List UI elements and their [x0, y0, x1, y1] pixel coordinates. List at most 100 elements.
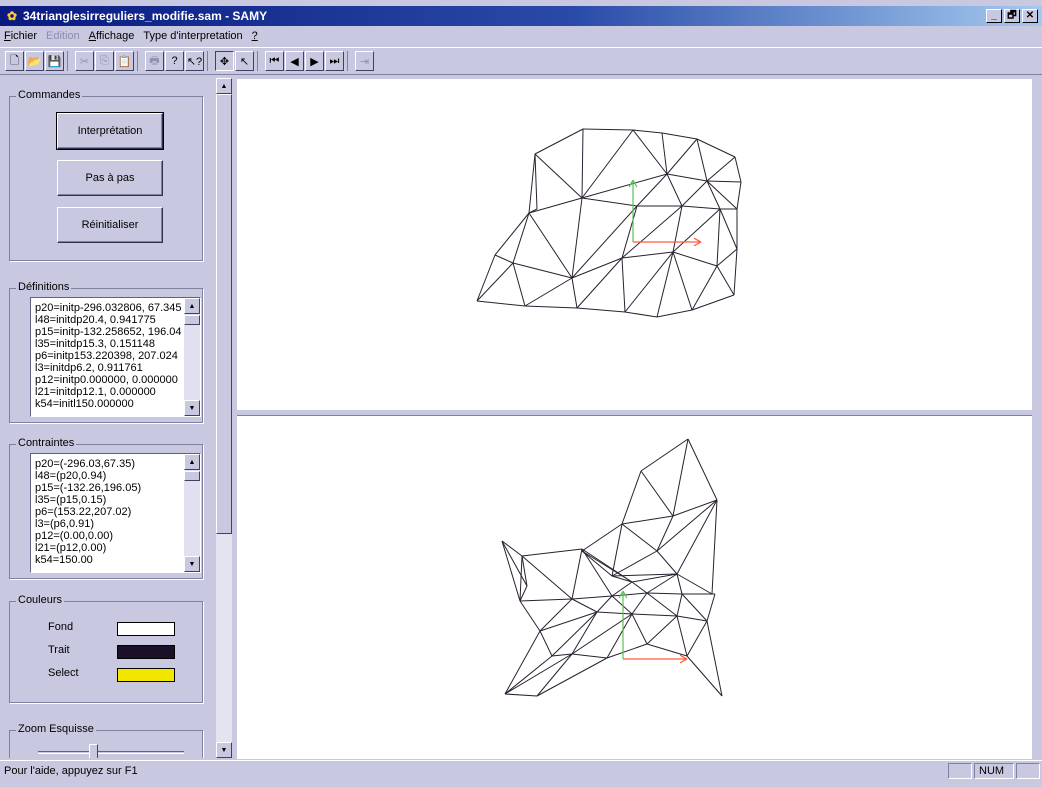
goto-end-icon[interactable]: ⇥ [355, 51, 374, 71]
mesh-edge[interactable] [676, 593, 683, 617]
mesh-edge[interactable] [681, 593, 708, 622]
mesh-edge[interactable] [512, 262, 526, 307]
scroll-down-icon[interactable]: ▼ [216, 742, 232, 758]
mesh-edge[interactable] [576, 307, 626, 313]
mesh-edge[interactable] [646, 592, 683, 595]
mesh-edge[interactable] [646, 592, 678, 617]
restore-button[interactable]: 🗗 [1004, 9, 1020, 23]
definition-line[interactable]: l3=initdp6.2, 0.911761 [35, 362, 183, 374]
mesh-edge[interactable] [504, 653, 573, 695]
mesh-edge[interactable] [676, 573, 713, 595]
mesh-edge[interactable] [596, 595, 613, 613]
mesh-edge[interactable] [504, 693, 538, 697]
mesh-edge[interactable] [631, 613, 678, 617]
mesh-edge[interactable] [656, 309, 693, 318]
select-arrow-icon[interactable]: ↖ [235, 51, 254, 71]
color-swatch-trait[interactable] [117, 645, 175, 659]
triangle-mesh-interpreted[interactable] [237, 416, 1032, 759]
mesh-edge[interactable] [611, 550, 658, 577]
mesh-edge[interactable] [581, 173, 668, 199]
mesh-edge[interactable] [621, 523, 658, 552]
scroll-thumb[interactable] [216, 94, 232, 534]
mesh-edge[interactable] [534, 128, 584, 155]
mesh-edge[interactable] [536, 657, 608, 697]
definition-line[interactable]: k54=initl150.000000 [35, 398, 183, 410]
sketch-canvas-bottom[interactable] [237, 416, 1032, 759]
mesh-edge[interactable] [672, 438, 689, 517]
mesh-edge[interactable] [621, 257, 626, 313]
mesh-edge[interactable] [534, 153, 583, 199]
mesh-edge[interactable] [494, 254, 514, 264]
mesh-edge[interactable] [581, 523, 623, 552]
mesh-edge[interactable] [582, 128, 634, 131]
mesh-edge[interactable] [687, 438, 718, 501]
mesh-edge[interactable] [524, 277, 573, 307]
mesh-edge[interactable] [631, 592, 648, 615]
print-icon[interactable]: 🖶 [145, 51, 164, 71]
prev-icon[interactable]: ◀ [285, 51, 304, 71]
mesh-edge[interactable] [666, 173, 708, 182]
mesh-edge[interactable] [519, 598, 573, 602]
mesh-edge[interactable] [571, 257, 623, 279]
last-icon[interactable]: ⏭ [325, 51, 344, 71]
move-icon[interactable]: ✥ [215, 51, 234, 71]
paste-icon[interactable]: 📋 [115, 51, 134, 71]
mesh-edge[interactable] [534, 153, 538, 210]
first-icon[interactable]: ⏮ [265, 51, 284, 71]
definition-line[interactable]: p20=initp-296.032806, 67.345 [35, 302, 183, 314]
color-swatch-fond[interactable] [117, 622, 175, 636]
mesh-edge[interactable] [696, 138, 708, 182]
mesh-edge[interactable] [719, 208, 738, 250]
scroll-down-icon[interactable]: ▼ [184, 556, 200, 572]
definition-line[interactable]: p12=initp0.000000, 0.000000 [35, 374, 183, 386]
mesh-edge[interactable] [716, 265, 735, 296]
mesh-edge[interactable] [646, 615, 678, 645]
contraintes-scrollbar[interactable]: ▲ ▼ [184, 454, 200, 572]
mesh-edge[interactable] [624, 311, 658, 318]
mesh-edge[interactable] [539, 611, 598, 632]
mesh-edge[interactable] [640, 470, 674, 517]
mesh-edge[interactable] [596, 611, 633, 615]
mesh-edge[interactable] [686, 655, 723, 697]
mesh-edge[interactable] [636, 173, 668, 207]
mesh-edge[interactable] [571, 277, 578, 309]
definition-line[interactable]: p6=initp153.220398, 207.024 [35, 350, 183, 362]
mesh-edge[interactable] [706, 180, 721, 210]
mesh-edge[interactable] [536, 653, 573, 697]
mesh-edge[interactable] [706, 180, 742, 183]
pas-a-pas-button[interactable]: Pas à pas [57, 160, 163, 196]
definition-line[interactable]: l48=initdp20.4, 0.941775 [35, 314, 183, 326]
close-button[interactable]: ✕ [1022, 9, 1038, 23]
minimize-button[interactable]: _ [986, 9, 1002, 23]
scroll-down-icon[interactable]: ▼ [184, 400, 200, 416]
mesh-edge[interactable] [476, 262, 514, 302]
context-help-icon[interactable]: ↖? [185, 51, 204, 71]
mesh-edge[interactable] [681, 180, 708, 207]
mesh-edge[interactable] [640, 438, 689, 472]
mesh-edge[interactable] [631, 613, 648, 645]
scroll-thumb[interactable] [184, 315, 200, 325]
mesh-edge[interactable] [504, 630, 541, 695]
interpretation-button[interactable]: Interprétation [56, 112, 164, 150]
mesh-edge[interactable] [571, 205, 638, 279]
sketch-canvas-top[interactable] [237, 79, 1032, 409]
mesh-edge[interactable] [581, 129, 634, 199]
mesh-edge[interactable] [656, 550, 678, 575]
mesh-edge[interactable] [581, 548, 633, 583]
mesh-edge[interactable] [696, 138, 736, 158]
mesh-edge[interactable] [606, 613, 633, 659]
title-bar[interactable]: ✿ 34trianglesirreguliers_modifie.sam - S… [0, 6, 1042, 26]
mesh-edge[interactable] [611, 523, 623, 577]
mesh-edge[interactable] [706, 593, 716, 622]
mesh-edge[interactable] [672, 251, 693, 311]
mesh-edge[interactable] [611, 595, 633, 615]
scroll-up-icon[interactable]: ▲ [184, 454, 200, 470]
mesh-edge[interactable] [691, 294, 735, 311]
mesh-edge[interactable] [676, 499, 718, 575]
mesh-edge[interactable] [528, 153, 536, 214]
cut-icon[interactable]: ✂ [75, 51, 94, 71]
mesh-edge[interactable] [676, 615, 688, 657]
contraintes-list[interactable]: p20=(-296.03,67.35) l48=(p20,0.94) p15=(-1… [30, 453, 201, 573]
scroll-thumb[interactable] [184, 471, 200, 481]
about-icon[interactable]: ? [165, 51, 184, 71]
